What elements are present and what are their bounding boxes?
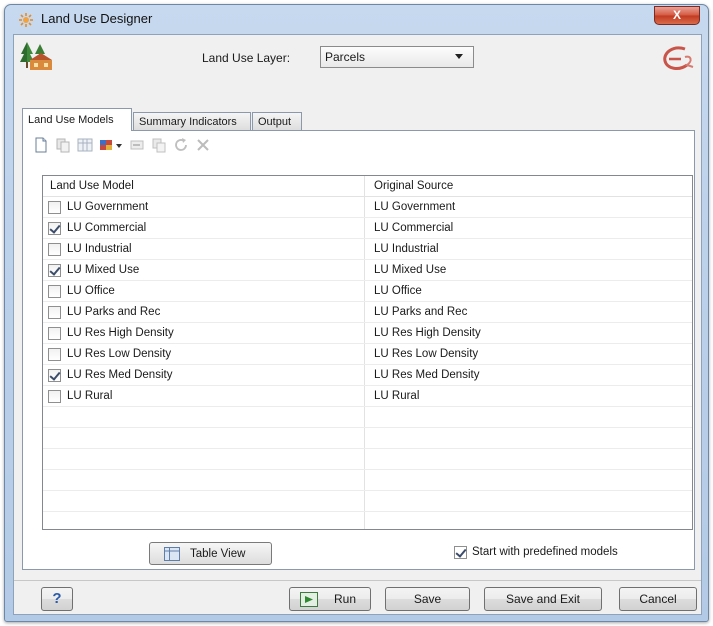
title-bar[interactable]: Land Use Designer X <box>5 5 708 33</box>
land-use-model-cell: LU Commercial <box>67 222 147 234</box>
land-use-model-cell: LU Res Low Density <box>67 348 172 360</box>
original-source-cell: LU Government <box>374 201 456 213</box>
empty-row <box>43 449 692 470</box>
window-title: Land Use Designer <box>41 11 153 26</box>
land-use-model-cell: LU Industrial <box>67 243 132 255</box>
row-checkbox[interactable] <box>48 243 61 256</box>
empty-row <box>43 470 692 491</box>
run-label: Run <box>334 592 357 606</box>
row-checkbox[interactable] <box>48 222 61 235</box>
original-source-cell: LU Parks and Rec <box>374 306 468 318</box>
land-use-model-cell: LU Government <box>67 201 149 213</box>
grid-header: Land Use Model Original Source <box>43 176 692 197</box>
table-row[interactable]: LU Res High Density LU Res High Density <box>43 323 692 344</box>
original-source-cell: LU Industrial <box>374 243 439 255</box>
table-row[interactable]: LU Government LU Government <box>43 197 692 218</box>
save-and-exit-button[interactable]: Save and Exit <box>484 587 602 611</box>
original-source-cell: LU Res Med Density <box>374 369 480 381</box>
original-source-cell: LU Rural <box>374 390 420 402</box>
run-button[interactable]: Run <box>289 587 371 611</box>
row-checkbox[interactable] <box>48 285 61 298</box>
empty-row <box>43 512 692 529</box>
empty-row <box>43 428 692 449</box>
land-use-layer-dropdown[interactable]: Parcels <box>320 46 474 68</box>
original-source-cell: LU Office <box>374 285 422 297</box>
tab-land-use-models[interactable]: Land Use Models <box>22 108 132 131</box>
land-use-models-grid[interactable]: Land Use Model Original Source LU Govern… <box>42 175 693 530</box>
close-button[interactable]: X <box>654 6 700 25</box>
brand-logo-icon <box>663 46 694 70</box>
table-row[interactable]: LU Parks and Rec LU Parks and Rec <box>43 302 692 323</box>
tab-output[interactable]: Output <box>252 112 302 131</box>
chevron-down-icon <box>455 54 463 59</box>
table-view-icon <box>164 547 180 561</box>
row-checkbox[interactable] <box>48 327 61 340</box>
duplicate-icon[interactable] <box>151 137 167 153</box>
copy-icon[interactable] <box>55 137 71 153</box>
land-use-designer-window: Land Use Designer X Land Use Layer: Parc… <box>4 4 709 622</box>
empty-row <box>43 407 692 428</box>
land-use-model-cell: LU Rural <box>67 390 113 402</box>
table-row[interactable]: LU Commercial LU Commercial <box>43 218 692 239</box>
row-checkbox[interactable] <box>48 306 61 319</box>
new-document-icon[interactable] <box>33 137 49 153</box>
land-use-trees-icon <box>20 42 52 70</box>
column-header-land-use-model[interactable]: Land Use Model <box>50 180 134 192</box>
land-use-model-cell: LU Parks and Rec <box>67 306 161 318</box>
original-source-cell: LU Commercial <box>374 222 454 234</box>
table-row[interactable]: LU Industrial LU Industrial <box>43 239 692 260</box>
predefined-models-checkbox[interactable] <box>454 546 467 559</box>
help-button[interactable]: ? <box>41 587 73 611</box>
original-source-cell: LU Res High Density <box>374 327 481 339</box>
original-source-cell: LU Mixed Use <box>374 264 447 276</box>
cancel-button[interactable]: Cancel <box>619 587 697 611</box>
row-checkbox[interactable] <box>48 201 61 214</box>
table-row[interactable]: LU Res Med Density LU Res Med Density <box>43 365 692 386</box>
land-use-model-cell: LU Mixed Use <box>67 264 140 276</box>
row-checkbox[interactable] <box>48 264 61 277</box>
table-view-label: Table View <box>190 548 246 560</box>
column-header-original-source[interactable]: Original Source <box>374 180 453 192</box>
land-use-model-cell: LU Res Med Density <box>67 369 173 381</box>
color-palette-dropdown-icon[interactable] <box>99 137 123 153</box>
land-use-model-cell: LU Res High Density <box>67 327 174 339</box>
row-checkbox[interactable] <box>48 348 61 361</box>
help-icon: ? <box>52 590 62 607</box>
grid-rows: LU Government LU Government LU Commercial L… <box>43 197 692 529</box>
table-view-button[interactable]: Table View <box>149 542 272 565</box>
land-use-layer-value: Parcels <box>325 50 366 64</box>
row-checkbox[interactable] <box>48 369 61 382</box>
table-icon[interactable] <box>77 137 93 153</box>
refresh-icon[interactable] <box>173 137 189 153</box>
run-icon <box>300 592 318 607</box>
table-row[interactable]: LU Res Low Density LU Res Low Density <box>43 344 692 365</box>
land-use-model-cell: LU Office <box>67 285 115 297</box>
delete-icon[interactable] <box>195 137 211 153</box>
land-use-layer-label: Land Use Layer: <box>202 51 291 65</box>
footer-divider <box>14 580 701 581</box>
rename-icon[interactable] <box>129 137 145 153</box>
dialog-client-area: Land Use Layer: Parcels Land Use Models … <box>13 34 702 615</box>
original-source-cell: LU Res Low Density <box>374 348 479 360</box>
table-row[interactable]: LU Mixed Use LU Mixed Use <box>43 260 692 281</box>
table-row[interactable]: LU Office LU Office <box>43 281 692 302</box>
predefined-models-label: Start with predefined models <box>472 546 618 558</box>
save-button[interactable]: Save <box>385 587 470 611</box>
table-row[interactable]: LU Rural LU Rural <box>43 386 692 407</box>
app-icon <box>19 13 33 27</box>
empty-row <box>43 491 692 512</box>
land-use-models-panel: Land Use Model Original Source LU Govern… <box>22 130 695 570</box>
tab-summary-indicators[interactable]: Summary Indicators <box>133 112 251 131</box>
row-checkbox[interactable] <box>48 390 61 403</box>
